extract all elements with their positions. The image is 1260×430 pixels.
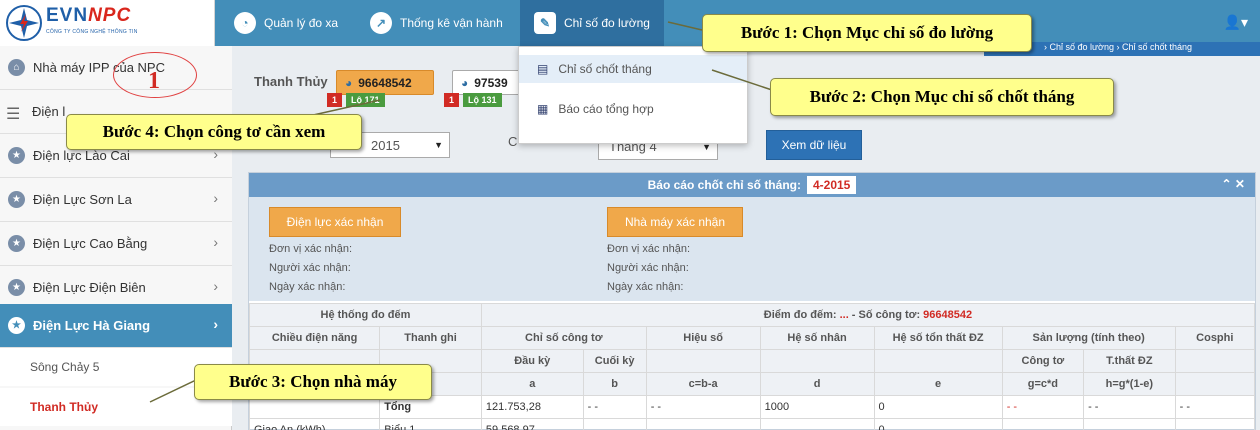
arrow-step1 (667, 21, 703, 31)
callout-step4: Bước 4: Chọn công tơ cần xem (66, 114, 362, 150)
callout-step1: Bước 1: Chọn Mục chỉ số đo lường (702, 14, 1032, 52)
callout-step3: Bước 3: Chọn nhà máy (194, 364, 432, 400)
callout-arrows (149, 21, 773, 403)
arrow-step2 (711, 69, 773, 91)
callout-step2: Bước 2: Chọn Mục chỉ số chốt tháng (770, 78, 1114, 116)
arrow-step3 (149, 379, 197, 403)
